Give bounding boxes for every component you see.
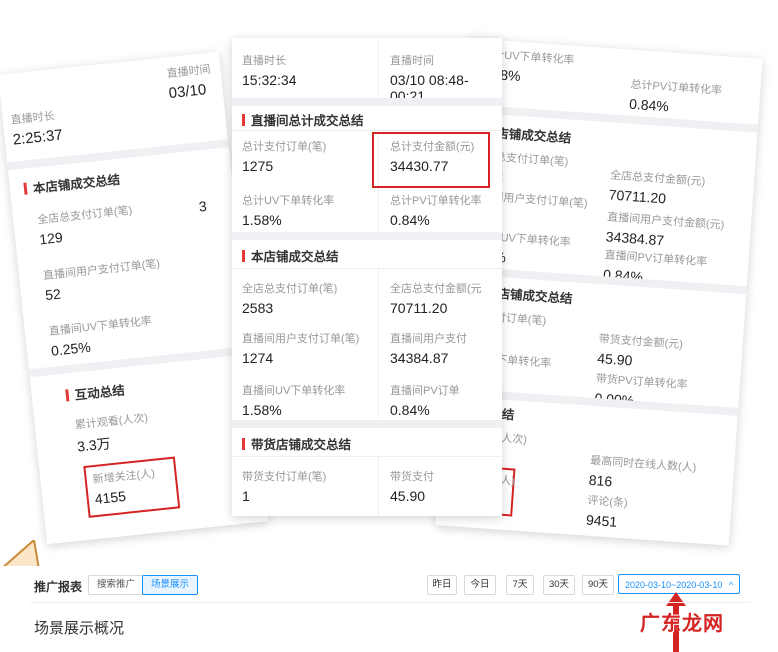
scene-overview-title: 场景展示概况 [34,620,125,637]
date-range-value: 2020-03-10~2020-03-10 [625,580,723,590]
center-live-amount-label: 直播间用户支付 [390,333,467,345]
right-online-label: 最高同时在线人数(人) [589,454,697,475]
tab-search-promo[interactable]: 搜索推广 [88,575,145,595]
center-live-amount-value: 34384.87 [390,350,449,366]
left-summary-card: 直播时长 2:25:37 直播时间 03/10 本店铺成交总结 全店总支付订单(… [0,51,269,545]
left-views-value: 3.3万 [76,435,112,455]
center-carry-amount-label: 带货支付 [390,471,434,483]
report-title: 推广报表 [34,580,83,594]
center-uv-rate-value: 1.58% [242,212,282,228]
center-summary-card: 直播时长 15:32:34 直播时间 03/10 08:48-00:21 直播间… [232,38,502,516]
tab-scene-display[interactable]: 场景展示 [142,575,199,595]
site-watermark: 广东龙网 [640,613,724,635]
left-time-label: 直播时间 [166,63,212,81]
right-comments-value: 9451 [585,511,618,530]
center-uv-rate-label: 总计UV下单转化率 [242,195,335,207]
center-time-label: 直播时间 [390,55,434,67]
right-carry-amount-label: 带货支付金额(元) [598,333,684,351]
right-pv-label: 总计PV订单转化率 [630,78,723,98]
center-store-amount-label: 全店总支付金额(元 [390,283,482,295]
date-range-picker[interactable]: 2020-03-10~2020-03-10 ^ [618,574,740,594]
center-carry-orders-value: 1 [242,488,250,504]
btn-yesterday[interactable]: 昨日 [427,575,457,595]
center-section-carry: 带货店铺成交总结 [242,434,351,453]
left-time-value: 03/10 [167,81,208,103]
center-total-amount-value: 34430.77 [390,158,449,174]
btn-90-days[interactable]: 90天 [582,575,614,595]
center-total-orders-label: 总计支付订单(笔) [242,141,327,153]
left-section-interact: 互动总结 [65,379,126,404]
center-store-orders-label: 全店总支付订单(笔) [242,283,338,295]
right-comments-label: 评论(条) [586,494,629,510]
center-pv-rate-value: 0.84% [390,212,430,228]
center-live-orders-value: 1274 [242,350,274,366]
right-carry-amount-value: 45.90 [596,350,633,369]
center-section-total: 直播间总计成交总结 [242,110,364,129]
center-duration-value: 15:32:34 [242,72,297,88]
center-duration-label: 直播时长 [242,55,286,67]
center-store-orders-value: 2583 [242,300,274,316]
right-carry-pv-label: 带货PV订单转化率 [595,373,688,392]
center-store-amount-value: 70711.20 [390,300,448,316]
left-side-cut-value: 3 [197,197,208,215]
center-pv-rate-label: 总计PV订单转化率 [390,195,482,207]
center-total-amount-label: 总计支付金额(元) [390,141,475,153]
center-live-pv-label: 直播间PV订单 [390,385,460,397]
center-live-uv-label: 直播间UV下单转化率 [242,385,346,397]
center-live-orders-label: 直播间用户支付订单(笔) [242,333,360,345]
left-duration-label: 直播时长 [10,110,56,127]
center-carry-amount-value: 45.90 [390,488,426,504]
center-section-store: 本店铺成交总结 [242,246,339,265]
center-carry-orders-label: 带货支付订单(笔) [242,471,327,483]
right-online-value: 816 [588,471,613,490]
center-total-orders-value: 1275 [242,158,274,174]
right-store-amount-value: 70711.20 [608,186,667,207]
btn-today[interactable]: 今日 [464,575,496,595]
left-section-store: 本店铺成交总结 [23,169,121,198]
chevron-up-icon: ^ [728,580,734,590]
btn-30-days[interactable]: 30天 [543,575,575,595]
left-duration-value: 2:25:37 [11,126,64,149]
center-live-uv-value: 1.58% [242,402,282,418]
right-pv-value: 0.84% [628,95,670,115]
btn-7-days[interactable]: 7天 [506,575,534,595]
right-store-amount-label: 全店总支付金额(元) [609,169,706,189]
center-live-pv-value: 0.84% [390,402,430,418]
